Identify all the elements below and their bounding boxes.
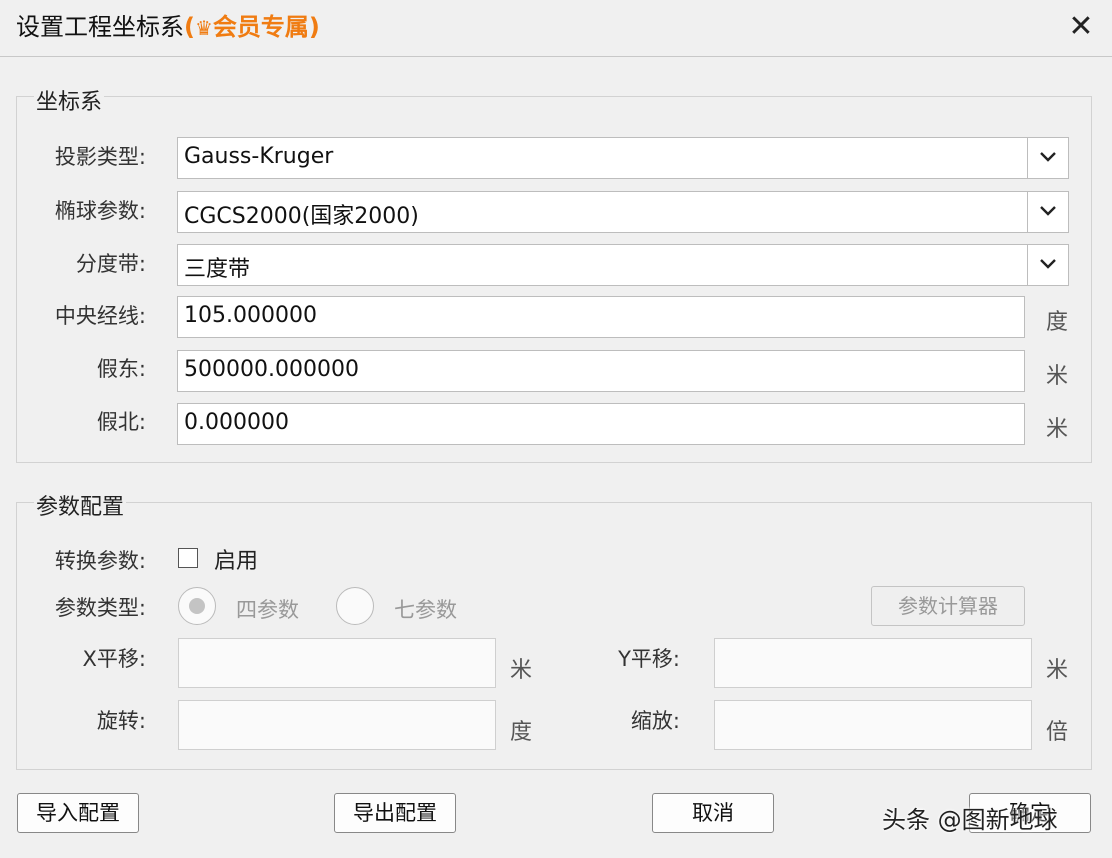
coordinate-system-group-title: 坐标系 <box>34 84 105 116</box>
param-type-label: 参数类型: <box>54 596 146 620</box>
scale-unit: 倍 <box>1046 720 1069 745</box>
x-shift-unit: 米 <box>510 658 533 683</box>
vip-open-paren: ( <box>184 13 195 41</box>
y-shift-unit: 米 <box>1046 658 1069 683</box>
four-param-label[interactable]: 四参数 <box>236 594 299 624</box>
ellipsoid-label: 椭球参数: <box>54 199 146 223</box>
false-northing-value: 0.000000 <box>184 410 289 435</box>
seven-param-label[interactable]: 七参数 <box>394 594 457 624</box>
watermark-text: 头条 @图新地球 <box>882 806 1058 834</box>
four-param-radio[interactable] <box>178 587 216 625</box>
chevron-down-icon[interactable] <box>1027 138 1068 178</box>
false-northing-unit: 米 <box>1046 417 1069 442</box>
y-shift-label: Y平移: <box>618 647 680 671</box>
scale-label: 缩放: <box>630 709 680 733</box>
zone-value: 三度带 <box>184 257 251 282</box>
parameter-config-group-title: 参数配置 <box>34 489 127 521</box>
central-meridian-input[interactable]: 105.000000 <box>177 296 1025 338</box>
crown-icon: ♛ <box>194 16 213 40</box>
y-shift-input[interactable] <box>714 638 1032 688</box>
central-meridian-unit: 度 <box>1046 310 1069 335</box>
rotation-input[interactable] <box>178 700 496 750</box>
seven-param-radio[interactable] <box>336 587 374 625</box>
title-bar: 设置工程坐标系(♛会员专属) ✕ <box>0 0 1112 57</box>
false-northing-label: 假北: <box>96 410 146 434</box>
dialog-title: 设置工程坐标系(♛会员专属) <box>16 12 320 43</box>
false-easting-label: 假东: <box>96 357 146 381</box>
false-northing-input[interactable]: 0.000000 <box>177 403 1025 445</box>
projection-type-value: Gauss-Kruger <box>184 144 334 169</box>
scale-input[interactable] <box>714 700 1032 750</box>
false-easting-value: 500000.000000 <box>184 357 359 382</box>
zone-select[interactable]: 三度带 <box>177 244 1069 286</box>
enable-transform-label[interactable]: 启用 <box>214 543 258 575</box>
x-shift-input[interactable] <box>178 638 496 688</box>
projection-type-select[interactable]: Gauss-Kruger <box>177 137 1069 179</box>
vip-badge-text: 会员专属 <box>212 13 309 41</box>
cancel-button[interactable]: 取消 <box>652 793 774 833</box>
transform-params-label: 转换参数: <box>54 549 146 573</box>
close-icon[interactable]: ✕ <box>1064 10 1098 44</box>
rotation-unit: 度 <box>510 720 533 745</box>
zone-label: 分度带: <box>75 252 146 276</box>
param-calculator-button[interactable]: 参数计算器 <box>871 586 1025 626</box>
import-config-button[interactable]: 导入配置 <box>17 793 139 833</box>
central-meridian-value: 105.000000 <box>184 303 317 328</box>
coordinate-system-dialog: 设置工程坐标系(♛会员专属) ✕ 坐标系 投影类型: Gauss-Kruger … <box>0 0 1112 858</box>
false-easting-unit: 米 <box>1046 364 1069 389</box>
chevron-down-icon[interactable] <box>1027 192 1068 232</box>
chevron-down-icon[interactable] <box>1027 245 1068 285</box>
rotation-label: 旋转: <box>96 709 146 733</box>
vip-close-paren: ) <box>308 13 320 41</box>
false-easting-input[interactable]: 500000.000000 <box>177 350 1025 392</box>
export-config-button[interactable]: 导出配置 <box>334 793 456 833</box>
enable-transform-checkbox[interactable] <box>178 548 198 568</box>
central-meridian-label: 中央经线: <box>54 304 146 328</box>
projection-type-label: 投影类型: <box>54 145 146 169</box>
dialog-title-text: 设置工程坐标系 <box>16 13 184 41</box>
ellipsoid-select[interactable]: CGCS2000(国家2000) <box>177 191 1069 233</box>
x-shift-label: X平移: <box>82 647 146 671</box>
ellipsoid-value: CGCS2000(国家2000) <box>184 204 419 229</box>
radio-selected-dot <box>189 598 205 614</box>
